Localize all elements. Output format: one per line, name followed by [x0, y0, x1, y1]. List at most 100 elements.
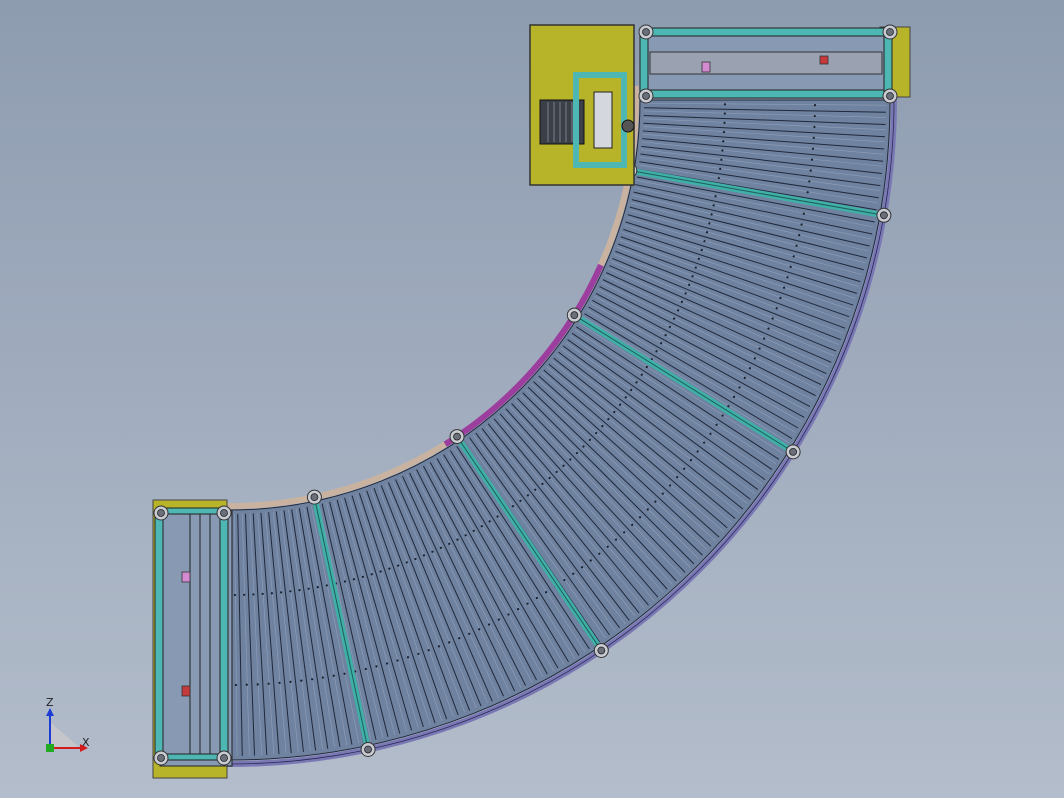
axis-triad: X Z [46, 696, 90, 752]
guide-dot [812, 136, 815, 139]
guide-dot [569, 458, 572, 461]
outfeed-bottom-frame[interactable] [639, 89, 893, 99]
guide-dot [813, 104, 817, 107]
sensor-icon[interactable] [701, 61, 711, 73]
triad-plane [50, 722, 80, 748]
guide-dot [676, 476, 679, 479]
guide-dot [684, 292, 687, 295]
guide-dot [370, 573, 373, 576]
guide-dot [703, 441, 706, 444]
guide-dot [661, 492, 664, 495]
outfeed-top-frame[interactable] [639, 27, 893, 37]
guide-dot [668, 484, 672, 487]
guide-dot [630, 388, 633, 392]
infeed-side-frame-left[interactable] [154, 509, 164, 763]
guide-dot [261, 592, 264, 596]
guide-dot [582, 445, 585, 448]
guide-dot [691, 275, 694, 278]
bolt-center [364, 745, 372, 754]
bolt-center [886, 28, 894, 36]
guide-dot [478, 628, 481, 631]
drive-shaft[interactable] [649, 51, 883, 75]
guide-dot [614, 538, 618, 541]
bolt-center [570, 311, 579, 320]
bolt-center [157, 754, 165, 762]
sensor-icon[interactable] [819, 55, 829, 65]
cad-viewport[interactable]: X Z [0, 0, 1064, 798]
conveyor-model[interactable]: X Z [0, 0, 1064, 798]
guide-dot [668, 325, 672, 329]
guide-dot [813, 125, 816, 129]
bolt-icon [882, 24, 898, 40]
guide-dot [710, 213, 713, 216]
guide-dot [789, 265, 792, 268]
guide-dot [613, 410, 616, 414]
guide-dot [233, 593, 237, 597]
x-axis-label: X [82, 736, 90, 749]
guide-dot [813, 114, 816, 118]
bolt-icon [360, 741, 376, 757]
z-axis-head [46, 708, 54, 716]
guide-dot [689, 459, 693, 462]
guide-dot [580, 566, 584, 569]
guide-dot [548, 476, 551, 480]
guide-dot [307, 587, 310, 590]
guide-dot [439, 546, 442, 549]
guide-dot [572, 572, 575, 575]
guide-dot [795, 244, 798, 247]
guide-dot [541, 482, 544, 486]
guide-dot [298, 588, 301, 592]
guide-dot [618, 403, 622, 406]
guide-dot [300, 679, 303, 682]
guide-dot [723, 103, 727, 106]
bolt-icon [566, 307, 582, 323]
bolt-center [157, 509, 165, 517]
sprocket-icon[interactable] [621, 119, 635, 133]
guide-dot [234, 683, 237, 687]
guide-dot [719, 167, 722, 170]
guide-dot [289, 680, 292, 683]
guide-dot [406, 656, 410, 659]
guide-dot [715, 423, 718, 426]
sensor-icon[interactable] [181, 685, 191, 697]
infeed-top-bar[interactable] [159, 507, 225, 515]
guide-dot [267, 682, 270, 685]
guide-dot [516, 608, 520, 611]
guide-dot [703, 240, 706, 243]
guide-dot [526, 494, 529, 497]
outfeed-straight-section[interactable] [638, 24, 911, 104]
guide-dot [708, 222, 711, 225]
guide-dot [321, 676, 325, 679]
guide-dot [640, 373, 643, 376]
guide-dot [332, 674, 335, 677]
guide-dot [280, 591, 283, 594]
bolt-icon [882, 88, 898, 104]
guide-dot [758, 347, 761, 350]
guide-dot [511, 505, 515, 508]
gearbox-icon[interactable] [593, 91, 613, 149]
guide-dot [496, 515, 499, 518]
guide-dot [792, 255, 795, 258]
guide-dot [798, 234, 801, 237]
drive-unit-section[interactable] [529, 24, 635, 186]
guide-dot [782, 286, 786, 289]
guide-dot [545, 591, 548, 594]
bolt-icon [216, 505, 232, 521]
guide-dot [497, 618, 500, 621]
guide-dot [535, 596, 539, 600]
guide-dot [352, 578, 356, 581]
sensor-icon[interactable] [181, 571, 191, 583]
infeed-straight-section[interactable] [152, 499, 233, 779]
bolt-center [220, 754, 228, 762]
guide-dot [448, 641, 451, 644]
guide-dot [646, 508, 649, 511]
guide-dot [638, 516, 642, 519]
infeed-bottom-bar[interactable] [159, 753, 225, 761]
guide-dot [606, 545, 609, 548]
guide-dot [316, 586, 319, 589]
infeed-side-frame-right[interactable] [219, 509, 229, 763]
guide-dot [721, 414, 724, 417]
guide-dot [289, 590, 292, 593]
guide-dot [763, 337, 766, 340]
guide-dot [709, 432, 712, 435]
